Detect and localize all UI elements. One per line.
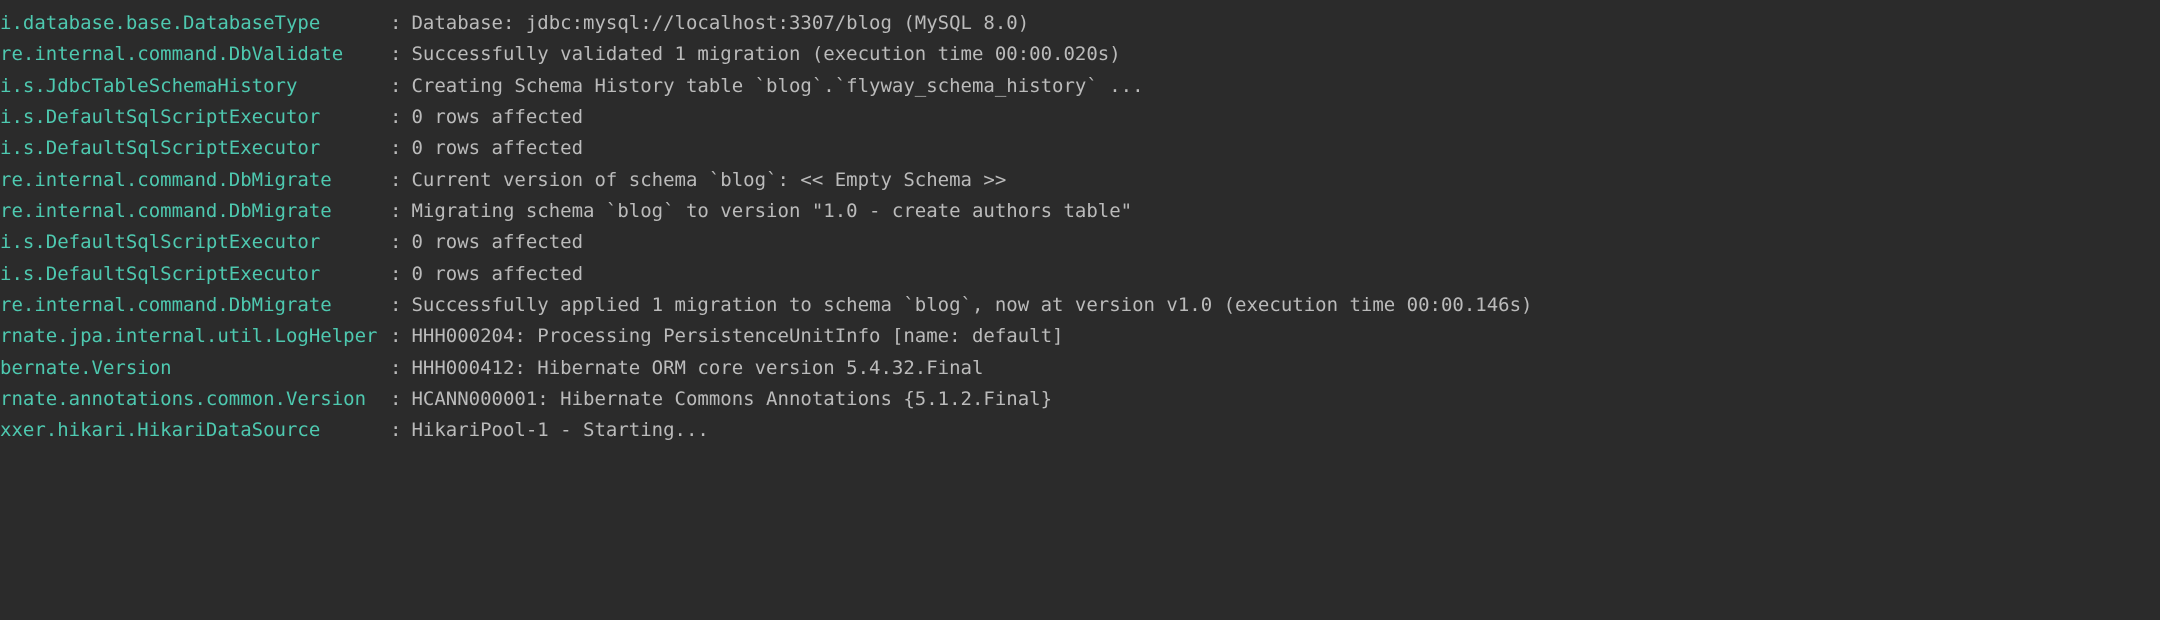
- log-separator: :: [380, 290, 411, 321]
- log-message: Successfully validated 1 migration (exec…: [411, 39, 1120, 70]
- log-message: HCANN000001: Hibernate Commons Annotatio…: [411, 384, 1052, 415]
- log-separator: :: [380, 353, 411, 384]
- log-separator: :: [380, 259, 411, 290]
- log-line: rnate.annotations.common.Version:HCANN00…: [0, 384, 2160, 415]
- log-line: re.internal.command.DbMigrate:Successful…: [0, 290, 2160, 321]
- log-separator: :: [380, 102, 411, 133]
- log-message: HHH000204: Processing PersistenceUnitInf…: [411, 321, 1063, 352]
- log-separator: :: [380, 8, 411, 39]
- log-message: 0 rows affected: [411, 259, 583, 290]
- logger-name: rnate.annotations.common.Version: [0, 384, 380, 415]
- log-line: i.s.DefaultSqlScriptExecutor:0 rows affe…: [0, 227, 2160, 258]
- logger-name: i.s.DefaultSqlScriptExecutor: [0, 133, 380, 164]
- log-separator: :: [380, 165, 411, 196]
- log-separator: :: [380, 227, 411, 258]
- log-line: re.internal.command.DbMigrate:Current ve…: [0, 165, 2160, 196]
- log-message: 0 rows affected: [411, 227, 583, 258]
- log-line: i.s.DefaultSqlScriptExecutor:0 rows affe…: [0, 133, 2160, 164]
- log-message: Current version of schema `blog`: << Emp…: [411, 165, 1006, 196]
- log-message: HHH000412: Hibernate ORM core version 5.…: [411, 353, 983, 384]
- logger-name: re.internal.command.DbMigrate: [0, 290, 380, 321]
- log-line: rnate.jpa.internal.util.LogHelper:HHH000…: [0, 321, 2160, 352]
- log-message: HikariPool-1 - Starting...: [411, 415, 708, 446]
- logger-name: re.internal.command.DbMigrate: [0, 165, 380, 196]
- logger-name: rnate.jpa.internal.util.LogHelper: [0, 321, 380, 352]
- logger-name: i.s.JdbcTableSchemaHistory: [0, 71, 380, 102]
- log-line: i.s.DefaultSqlScriptExecutor:0 rows affe…: [0, 259, 2160, 290]
- logger-name: bernate.Version: [0, 353, 380, 384]
- log-separator: :: [380, 384, 411, 415]
- logger-name: re.internal.command.DbValidate: [0, 39, 380, 70]
- logger-name: i.database.base.DatabaseType: [0, 8, 380, 39]
- log-line: bernate.Version:HHH000412: Hibernate ORM…: [0, 353, 2160, 384]
- log-separator: :: [380, 39, 411, 70]
- log-line: re.internal.command.DbMigrate:Migrating …: [0, 196, 2160, 227]
- log-line: xxer.hikari.HikariDataSource:HikariPool-…: [0, 415, 2160, 446]
- log-separator: :: [380, 321, 411, 352]
- log-line: i.database.base.DatabaseType:Database: j…: [0, 8, 2160, 39]
- log-separator: :: [380, 196, 411, 227]
- logger-name: i.s.DefaultSqlScriptExecutor: [0, 102, 380, 133]
- log-line: i.s.DefaultSqlScriptExecutor:0 rows affe…: [0, 102, 2160, 133]
- logger-name: i.s.DefaultSqlScriptExecutor: [0, 227, 380, 258]
- logger-name: i.s.DefaultSqlScriptExecutor: [0, 259, 380, 290]
- logger-name: xxer.hikari.HikariDataSource: [0, 415, 380, 446]
- log-separator: :: [380, 133, 411, 164]
- log-message: Database: jdbc:mysql://localhost:3307/bl…: [411, 8, 1029, 39]
- log-separator: :: [380, 71, 411, 102]
- log-message: Successfully applied 1 migration to sche…: [411, 290, 1532, 321]
- log-message: 0 rows affected: [411, 133, 583, 164]
- log-line: i.s.JdbcTableSchemaHistory:Creating Sche…: [0, 71, 2160, 102]
- log-message: Migrating schema `blog` to version "1.0 …: [411, 196, 1132, 227]
- logger-name: re.internal.command.DbMigrate: [0, 196, 380, 227]
- log-line: re.internal.command.DbValidate:Successfu…: [0, 39, 2160, 70]
- log-message: Creating Schema History table `blog`.`fl…: [411, 71, 1143, 102]
- log-separator: :: [380, 415, 411, 446]
- log-output: i.database.base.DatabaseType:Database: j…: [0, 8, 2160, 447]
- log-message: 0 rows affected: [411, 102, 583, 133]
